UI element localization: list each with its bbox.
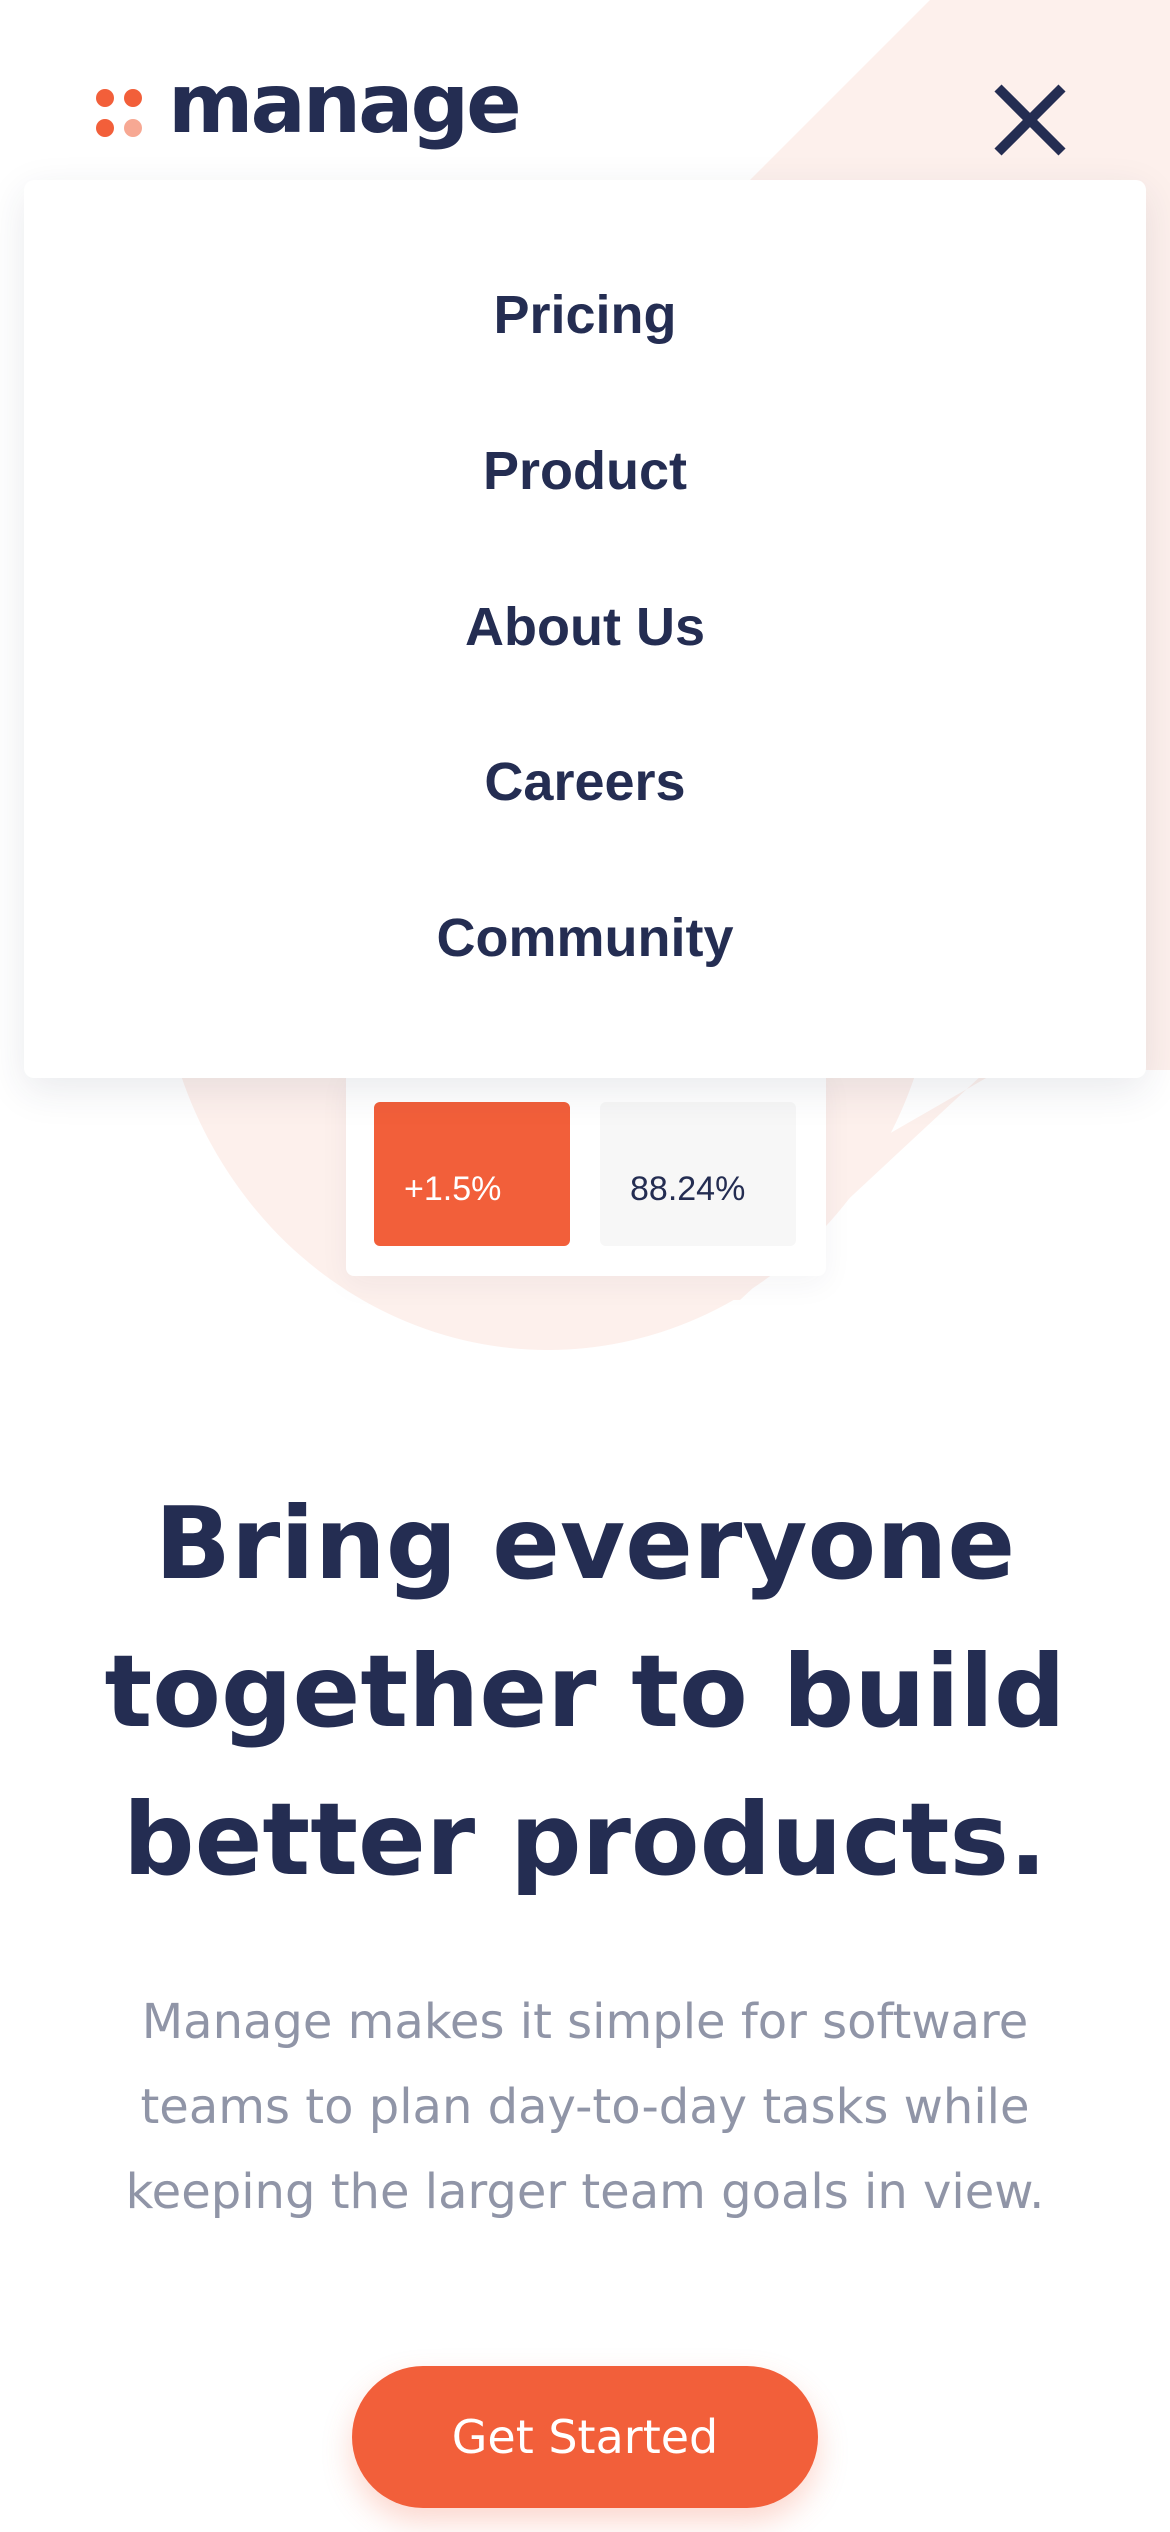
subtext-line: Manage makes it simple for software [141,1994,1029,2050]
hero-headline: Bring everyone together to build better … [60,1470,1110,1914]
headline-line: Bring everyone [154,1485,1016,1602]
close-icon [994,84,1066,156]
logo-mark [96,89,142,137]
menu-item-about-us[interactable]: About Us [24,600,1146,654]
logo-text: manage [168,57,522,152]
rate-stat: 88.24% [600,1102,796,1246]
close-menu-button[interactable] [994,84,1066,156]
subtext-line: teams to plan day-to-day tasks while [140,2079,1030,2135]
menu-item-pricing[interactable]: Pricing [24,288,1146,342]
menu-item-careers[interactable]: Careers [24,755,1146,809]
growth-stat: +1.5% [374,1102,570,1246]
get-started-button[interactable]: Get Started [352,2366,818,2508]
stats-card: +1.5% 88.24% [346,1070,826,1276]
mobile-menu: Pricing Product About Us Careers Communi… [24,180,1146,1078]
hero-subtext: Manage makes it simple for software team… [60,1980,1110,2235]
menu-item-product[interactable]: Product [24,444,1146,498]
logo[interactable]: manage [96,64,522,154]
subtext-line: keeping the larger team goals in view. [125,2164,1045,2220]
menu-item-community[interactable]: Community [24,911,1146,965]
headline-line: together to build [104,1633,1066,1750]
headline-line: better products. [123,1781,1047,1898]
